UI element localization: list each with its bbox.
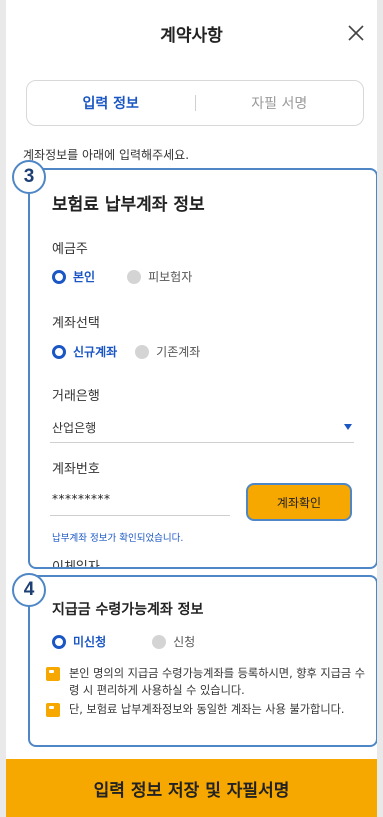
radio-self[interactable]	[52, 269, 66, 284]
notice-item: 본인 명의의 지급금 수령가능계좌를 등록하시면, 향후 지급금 수령 시 편리…	[46, 665, 368, 699]
radio-insured-label: 피보험자	[148, 270, 193, 284]
notice-text: 단, 보험료 납부계좌정보와 동일한 계좌는 사용 불가합니다.	[69, 703, 345, 716]
save-and-sign-button[interactable]: 입력 정보 저장 및 자필서명	[6, 759, 377, 817]
bank-label: 거래은행	[52, 389, 100, 404]
tab-bar: 입력 정보 자필 서명	[26, 80, 364, 126]
radio-new-account-label: 신규계좌	[73, 345, 118, 359]
notice-item: 단, 보험료 납부계좌정보와 동일한 계좌는 사용 불가합니다.	[46, 701, 368, 718]
radio-not-apply[interactable]	[52, 634, 66, 649]
depositor-radio-group: 본인 피보험자	[52, 268, 192, 285]
notice-icon	[46, 703, 60, 717]
radio-insured[interactable]	[127, 269, 142, 284]
depositor-label: 예금주	[52, 242, 88, 257]
radio-apply[interactable]	[152, 634, 167, 649]
radio-apply-label: 신청	[173, 635, 196, 649]
radio-self-label: 본인	[73, 270, 96, 284]
payout-radio-group: 미신청 신청	[52, 633, 195, 650]
radio-not-apply-label: 미신청	[73, 635, 107, 649]
section-title: 지급금 수령가능계좌 정보	[52, 602, 204, 618]
account-select-label: 계좌선택	[52, 316, 100, 331]
account-number-value: *********	[52, 492, 111, 506]
tab-input-info[interactable]: 입력 정보	[27, 93, 195, 113]
notice-icon	[46, 667, 60, 681]
radio-existing-account-label: 기존계좌	[156, 345, 201, 359]
close-icon[interactable]	[345, 22, 367, 44]
account-number-input[interactable]: *********	[50, 485, 230, 516]
payment-account-section: 보험료 납부계좌 정보 예금주 본인 피보험자 계좌선택 신규계좌 기존계좌 거…	[28, 168, 377, 569]
page-title: 계약사항	[160, 25, 223, 46]
step-4-badge: 4	[12, 573, 46, 607]
account-number-label: 계좌번호	[52, 462, 100, 477]
section-title: 보험료 납부계좌 정보	[52, 195, 205, 215]
transfer-date-label: 이체일자	[52, 560, 100, 569]
screen: 계약사항 입력 정보 자필 서명 계좌정보를 아래에 입력해주세요. 보험료 납…	[6, 0, 377, 817]
chevron-down-icon	[344, 424, 352, 430]
bank-select[interactable]: 산업은행	[50, 412, 354, 443]
header: 계약사항	[6, 0, 377, 66]
radio-new-account[interactable]	[52, 344, 66, 359]
bank-select-value: 산업은행	[52, 421, 97, 435]
intro-text: 계좌정보를 아래에 입력해주세요.	[23, 148, 190, 162]
account-select-radio-group: 신규계좌 기존계좌	[52, 343, 200, 360]
verify-account-button[interactable]: 계좌확인	[246, 483, 352, 521]
radio-existing-account[interactable]	[135, 344, 150, 359]
tab-signature[interactable]: 자필 서명	[196, 93, 364, 113]
payout-account-section: 지급금 수령가능계좌 정보 미신청 신청 본인 명의의 지급금 수령가능계좌를 …	[28, 575, 377, 747]
account-confirm-message: 납부계좌 정보가 확인되었습니다.	[52, 533, 184, 544]
step-3-badge: 3	[12, 160, 46, 194]
notice-text: 본인 명의의 지급금 수령가능계좌를 등록하시면, 향후 지급금 수령 시 편리…	[69, 667, 366, 697]
